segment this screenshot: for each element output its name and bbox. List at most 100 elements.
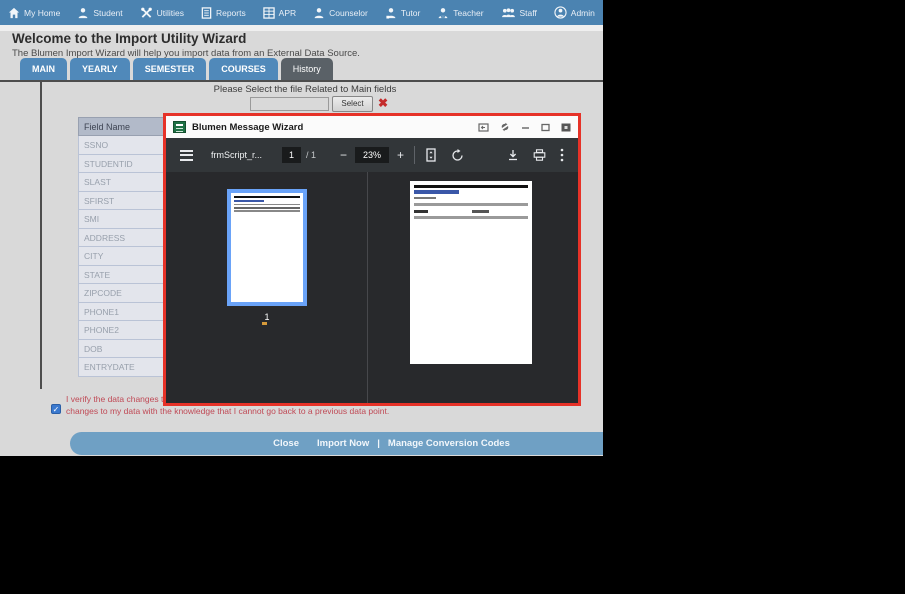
rotate-icon[interactable] <box>451 148 464 162</box>
file-select-prompt: Please Select the file Related to Main f… <box>213 84 397 95</box>
nav-label: Reports <box>215 7 246 18</box>
table-row: SSNO <box>78 136 166 155</box>
screen: My Home Student Utilities Reports APR Co… <box>0 0 905 594</box>
student-icon <box>78 7 88 18</box>
close-button[interactable]: Close <box>273 438 299 449</box>
dialog-titlebar[interactable]: Blumen Message Wizard <box>166 116 578 138</box>
zoom-level[interactable]: 23% <box>355 147 390 163</box>
blumen-message-wizard-dialog: Blumen Message Wizard frmScript_r... 1 /… <box>163 113 581 406</box>
toolbar-right-group <box>507 148 564 162</box>
staff-icon <box>501 7 515 17</box>
minimize-icon[interactable] <box>521 123 530 132</box>
thumbnail-caret <box>262 322 267 325</box>
verify-text-line1: I verify the data changes th <box>66 394 169 404</box>
page-total: / 1 <box>306 150 317 160</box>
file-path-input[interactable] <box>250 97 329 111</box>
nav-utilities[interactable]: Utilities <box>140 7 184 19</box>
field-table-header: Field Name <box>78 117 166 136</box>
pdf-toolbar: frmScript_r... 1 / 1 − 23% + <box>166 138 578 172</box>
table-row: STATE <box>78 265 166 284</box>
nav-teacher[interactable]: Teacher <box>437 7 484 19</box>
menu-icon[interactable] <box>180 149 193 161</box>
verify-text-line2: changes to my data with the knowledge th… <box>66 406 390 416</box>
table-row: DOB <box>78 339 166 358</box>
page-thumbnail[interactable] <box>227 189 307 306</box>
fit-page-icon[interactable] <box>425 148 437 162</box>
page-number-input[interactable]: 1 <box>282 147 302 163</box>
tab-semester[interactable]: SEMESTER <box>132 58 207 80</box>
nav-reports[interactable]: Reports <box>201 6 246 19</box>
table-row: SLAST <box>78 173 166 192</box>
table-row: PHONE1 <box>78 302 166 321</box>
home-icon <box>8 7 20 18</box>
nav-label: Admin <box>570 7 595 18</box>
popout-icon[interactable] <box>478 122 489 132</box>
table-row: SMI <box>78 210 166 229</box>
top-navbar: My Home Student Utilities Reports APR Co… <box>0 0 603 25</box>
app-window: My Home Student Utilities Reports APR Co… <box>0 0 603 456</box>
nav-label: APR <box>278 7 297 18</box>
tab-yearly[interactable]: YEARLY <box>70 58 130 80</box>
zoom-in-button[interactable]: + <box>397 148 404 162</box>
tab-main[interactable]: MAIN <box>20 58 67 80</box>
footer-divider: | <box>377 438 380 449</box>
nav-label: Teacher <box>453 7 484 18</box>
select-file-button[interactable]: Select <box>332 96 373 112</box>
apr-icon <box>262 6 275 19</box>
clear-file-icon[interactable]: ✖ <box>378 96 388 110</box>
window-controls <box>478 122 571 132</box>
nav-label: Student <box>93 7 123 18</box>
counselor-icon <box>314 7 324 18</box>
wizard-tabs: MAIN YEARLY SEMESTER COURSES History <box>20 58 333 80</box>
table-row: CITY <box>78 247 166 266</box>
pdf-thumbnail-sidebar[interactable]: 1 <box>166 172 368 403</box>
thumbnail-page-number: 1 <box>264 312 270 322</box>
dialog-title: Blumen Message Wizard <box>192 121 304 133</box>
nav-counselor[interactable]: Counselor <box>313 7 368 19</box>
pdf-filename: frmScript_r... <box>211 150 263 160</box>
nav-apr[interactable]: APR <box>262 6 297 19</box>
verify-checkbox[interactable]: ✓ <box>51 404 61 414</box>
nav-staff[interactable]: Staff <box>501 7 537 19</box>
more-options-icon[interactable] <box>560 148 564 162</box>
pdf-page-preview <box>410 181 532 364</box>
maximize-icon[interactable] <box>541 123 550 132</box>
refresh-icon[interactable] <box>500 122 510 132</box>
table-row: STUDENTID <box>78 154 166 173</box>
nav-label: Utilities <box>156 7 184 18</box>
table-row: ADDRESS <box>78 228 166 247</box>
table-row: SFIRST <box>78 191 166 210</box>
nav-student[interactable]: Student <box>77 7 123 19</box>
pdf-viewer: 1 <box>166 172 578 403</box>
nav-label: Staff <box>519 7 537 18</box>
nav-admin[interactable]: Admin <box>554 6 595 19</box>
toolbar-divider <box>414 146 416 164</box>
nav-tutor[interactable]: Tutor <box>385 7 421 19</box>
tab-courses[interactable]: COURSES <box>209 58 278 80</box>
table-row: ENTRYDATE <box>78 358 166 377</box>
panel-border <box>40 82 42 389</box>
reports-icon <box>201 6 212 19</box>
teacher-icon <box>438 7 448 19</box>
close-icon[interactable] <box>561 123 571 132</box>
table-row: PHONE2 <box>78 321 166 340</box>
pdf-page-area[interactable] <box>368 172 578 403</box>
download-icon[interactable] <box>507 149 519 161</box>
manage-conversion-codes-button[interactable]: Manage Conversion Codes <box>388 438 510 449</box>
nav-label: Tutor <box>400 7 421 18</box>
zoom-out-button[interactable]: − <box>340 148 347 162</box>
nav-label: Counselor <box>329 7 368 18</box>
print-icon[interactable] <box>533 149 546 161</box>
tab-underline <box>0 80 603 82</box>
nav-label: My Home <box>24 7 61 18</box>
tutor-icon <box>386 7 396 19</box>
import-now-button[interactable]: Import Now <box>317 438 369 449</box>
tab-history[interactable]: History <box>280 58 333 80</box>
page-title: Welcome to the Import Utility Wizard <box>12 31 247 46</box>
document-icon <box>173 121 186 133</box>
utilities-icon <box>140 7 152 18</box>
table-row: ZIPCODE <box>78 284 166 303</box>
nav-my-home[interactable]: My Home <box>8 7 60 19</box>
field-table: Field Name SSNO STUDENTID SLAST SFIRST S… <box>78 117 166 377</box>
admin-icon <box>554 6 567 19</box>
